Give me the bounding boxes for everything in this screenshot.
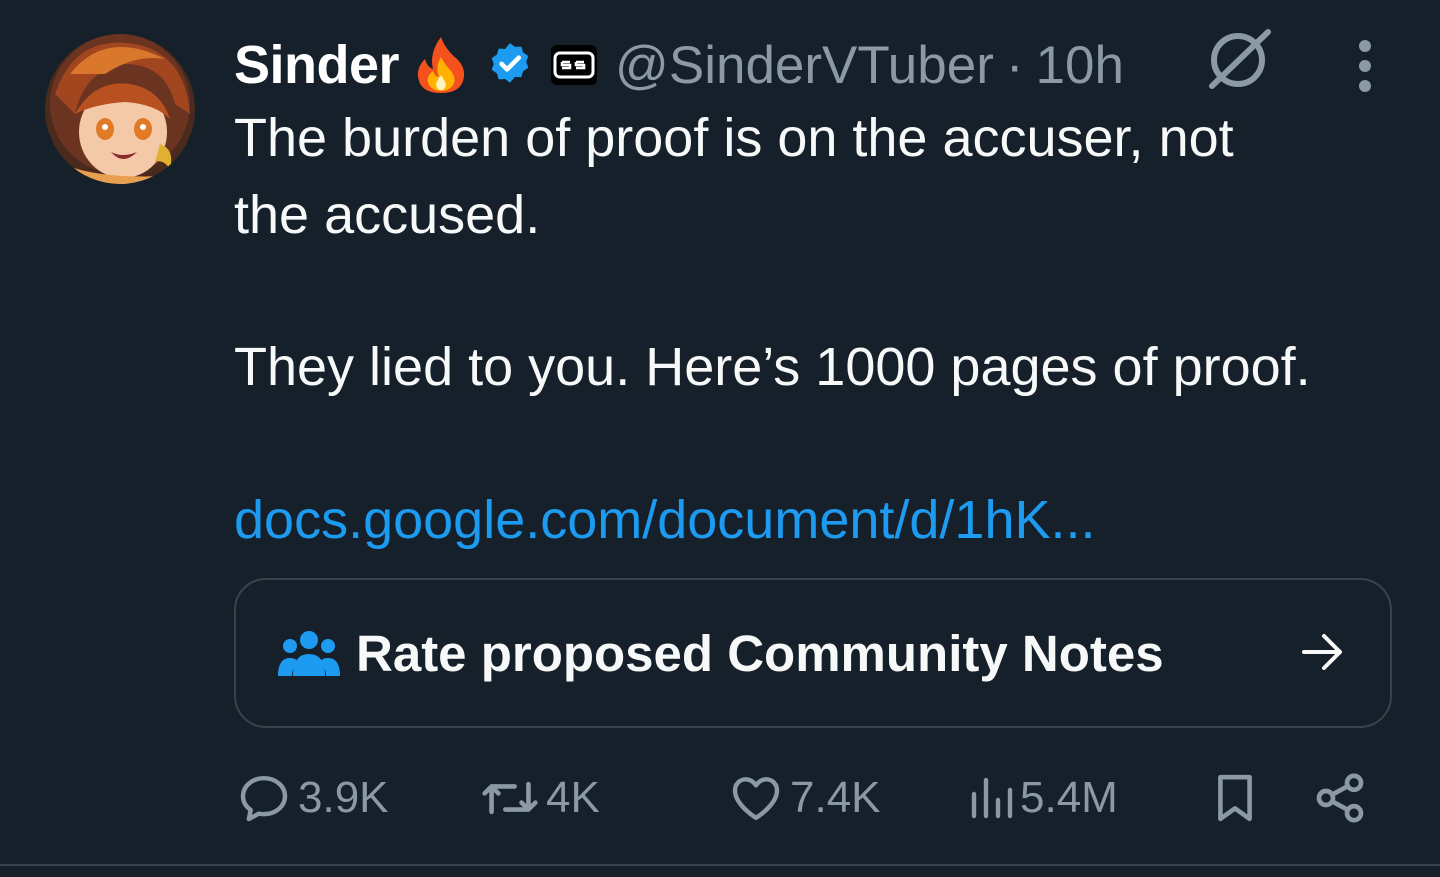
people-icon (278, 628, 340, 683)
reply-count: 3.9K (298, 773, 389, 822)
views-chart-icon (971, 777, 1013, 819)
share-button[interactable] (1312, 766, 1368, 830)
community-notes-card[interactable]: Rate proposed Community Notes (234, 578, 1392, 728)
separator-dot: · (1005, 35, 1024, 95)
bookmark-button[interactable] (1210, 766, 1260, 830)
affiliate-badge-icon[interactable] (551, 45, 598, 85)
display-name[interactable]: Sinder (234, 34, 400, 96)
bookmark-icon (1218, 774, 1252, 822)
tweet-link[interactable]: docs.google.com/document/d/1hK... (234, 481, 1096, 559)
share-icon (1316, 773, 1364, 823)
repost-icon (482, 781, 538, 815)
fire-emoji-icon (413, 35, 469, 95)
timestamp[interactable]: 10h (1036, 35, 1124, 96)
action-bar: 3.9K 4K 7.4K 5.4M (0, 766, 1440, 830)
avatar-image (45, 34, 195, 184)
arrow-right-icon (1300, 632, 1346, 677)
avatar[interactable] (45, 34, 195, 184)
repost-button[interactable]: 4K (480, 766, 600, 830)
grok-icon[interactable] (1206, 26, 1274, 95)
views-count: 5.4M (1020, 773, 1118, 822)
divider (0, 864, 1440, 866)
tweet-text-line-1: The burden of proof is on the accuser, n… (234, 108, 1234, 168)
like-count: 7.4K (790, 773, 881, 822)
views-button[interactable]: 5.4M (966, 766, 1118, 830)
verified-badge-icon[interactable] (485, 40, 535, 90)
tweet-text-line-3: They lied to you. Here’s 1000 pages of p… (234, 337, 1311, 397)
like-button[interactable]: 7.4K (728, 766, 881, 830)
repost-count: 4K (546, 773, 600, 822)
tweet-text-line-2: the accused. (234, 185, 541, 245)
tweet-header: Sinder @SinderVTuber · 10h (234, 30, 1124, 100)
community-notes-label: Rate proposed Community Notes (356, 625, 1164, 682)
reply-icon (240, 775, 288, 822)
more-vertical-icon[interactable] (1350, 40, 1380, 97)
tweet: Sinder @SinderVTuber · 10h The burden of… (0, 0, 1440, 877)
heart-icon (732, 777, 780, 821)
reply-button[interactable]: 3.9K (236, 766, 389, 830)
author-handle[interactable]: @SinderVTuber (615, 35, 994, 96)
